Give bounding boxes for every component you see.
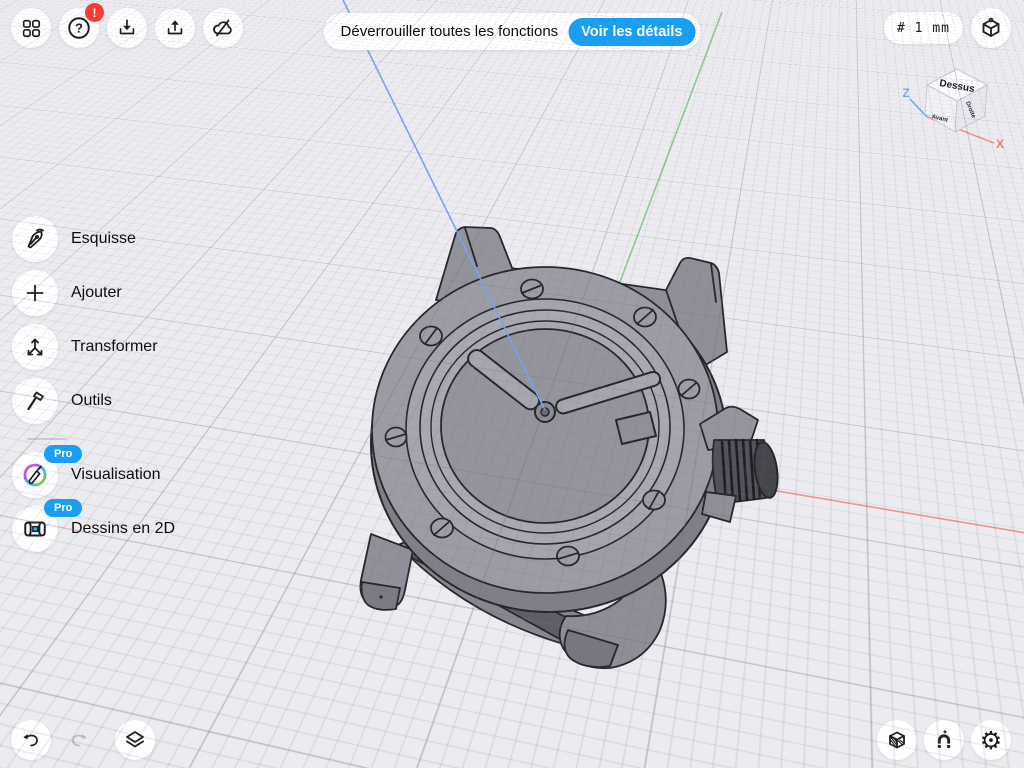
shaded-view-button[interactable] (877, 720, 917, 760)
help-button[interactable]: ? ! (59, 8, 99, 48)
sidebar-item-label: Esquisse (71, 230, 136, 248)
units-label: # 1 mm (897, 21, 950, 36)
undo-icon (20, 729, 42, 751)
move-arrows-icon (23, 335, 47, 359)
hammer-icon (23, 389, 47, 413)
units-button[interactable]: # 1 mm (884, 12, 963, 44)
bottombar-left (11, 720, 155, 760)
sidebar-item-visualisation[interactable]: Pro Visualisation (12, 452, 175, 498)
unlock-banner: Déverrouiller toutes les fonctions Voir … (324, 13, 701, 50)
pro-badge: Pro (44, 499, 82, 517)
settings-button[interactable]: ⚙ (971, 720, 1011, 760)
view-details-button[interactable]: Voir les détails (568, 18, 695, 46)
shaded-cube-icon (885, 728, 909, 752)
export-button[interactable] (155, 8, 195, 48)
sidebar-item-label: Ajouter (71, 284, 122, 302)
bottombar-right: ⚙ (877, 720, 1011, 760)
items-layers-button[interactable] (115, 720, 155, 760)
sidebar-item-esquisse[interactable]: Esquisse (12, 216, 175, 262)
apps-grid-button[interactable] (11, 8, 51, 48)
sidebar-item-dessins-2d[interactable]: Pro Dessins en 2D (12, 506, 175, 552)
topbar-right: # 1 mm (884, 8, 1011, 48)
blueprint-icon (22, 516, 48, 542)
sidebar-item-ajouter[interactable]: Ajouter (12, 270, 175, 316)
import-button[interactable] (107, 8, 147, 48)
sidebar-item-label: Transformer (71, 338, 158, 356)
magnet-icon (932, 728, 956, 752)
sidebar-item-transformer[interactable]: Transformer (12, 324, 175, 370)
view-cube[interactable]: Z X Dessus Avant Droite (897, 55, 1017, 160)
topbar-left: ? ! (11, 8, 243, 48)
pro-badge: Pro (44, 445, 82, 463)
redo-button[interactable] (59, 720, 99, 760)
export-icon (164, 17, 186, 39)
paintbrush-icon (21, 461, 49, 489)
plus-icon (23, 281, 47, 305)
sidebar-item-outils[interactable]: Outils (12, 378, 175, 424)
sidebar: Esquisse Ajouter Transformer Outils (12, 216, 175, 560)
sidebar-item-label: Dessins en 2D (71, 520, 175, 538)
undo-button[interactable] (11, 720, 51, 760)
cloud-offline-icon (211, 16, 235, 40)
watch-model[interactable] (360, 227, 780, 668)
redo-icon (68, 729, 90, 751)
cloud-offline-button[interactable] (203, 8, 243, 48)
x-axis-label: X (996, 137, 1004, 151)
view-options-button[interactable] (971, 8, 1011, 48)
sidebar-item-label: Outils (71, 392, 112, 410)
snap-magnet-button[interactable] (924, 720, 964, 760)
orientation-cube-icon (979, 16, 1003, 40)
help-badge: ! (85, 3, 104, 22)
import-icon (116, 17, 138, 39)
gear-icon: ⚙ (980, 728, 1002, 753)
unlock-banner-text: Déverrouiller toutes les fonctions (341, 23, 559, 40)
layers-icon (123, 728, 147, 752)
sidebar-divider (27, 438, 67, 440)
sidebar-item-label: Visualisation (71, 466, 161, 484)
gizmo-z-axis (910, 99, 927, 117)
apps-grid-icon (20, 17, 42, 39)
z-axis-label: Z (902, 86, 909, 100)
svg-text:?: ? (75, 21, 83, 36)
pencil-icon (23, 227, 47, 251)
